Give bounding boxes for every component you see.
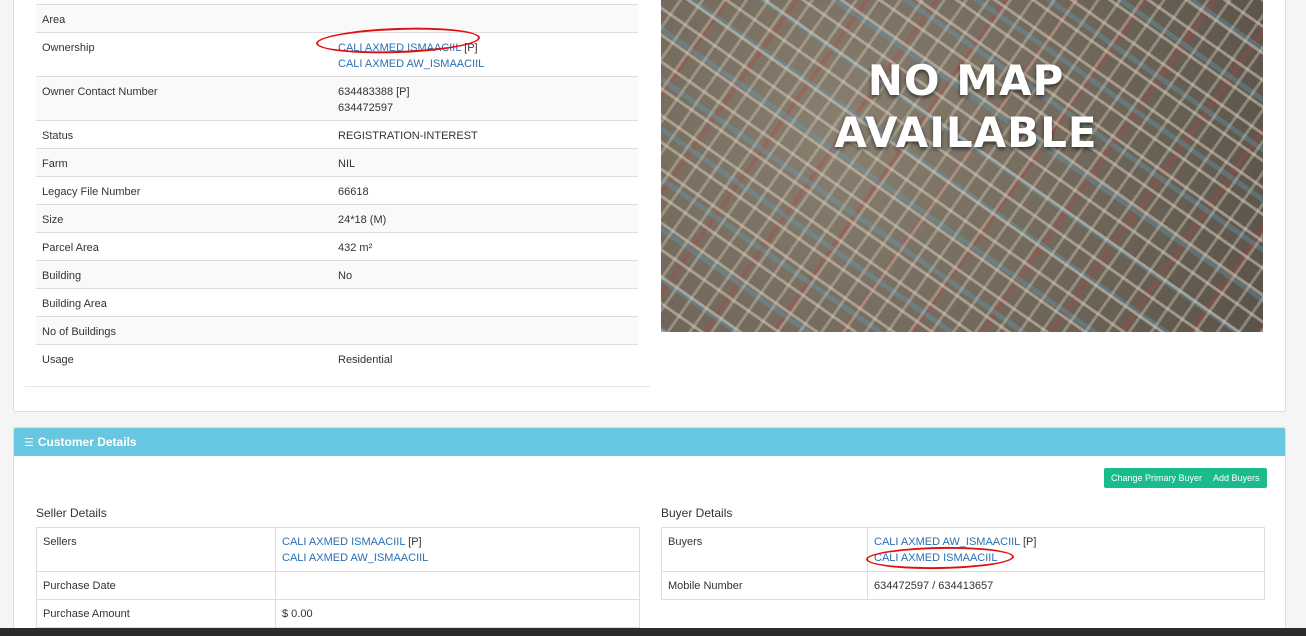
property-label: Ownership bbox=[42, 42, 95, 54]
buyers-cell: CALI AXMED AW_ISMAACIIL [P] CALI AXMED I… bbox=[867, 527, 1265, 572]
value-text: 634483388 [P] bbox=[338, 86, 410, 98]
property-row: Farm NIL bbox=[36, 148, 638, 177]
property-label: Parcel Area bbox=[42, 242, 99, 254]
divider bbox=[25, 386, 650, 387]
property-value bbox=[332, 289, 638, 317]
property-value-line: REGISTRATION-INTEREST bbox=[338, 128, 632, 144]
property-row: Parcel Area 432 m² bbox=[36, 232, 638, 261]
owner-link[interactable]: CALI AXMED AW_ISMAACIIL bbox=[338, 58, 484, 70]
property-row: Status REGISTRATION-INTEREST bbox=[36, 120, 638, 149]
sellers-cell: CALI AXMED ISMAACIIL [P] CALI AXMED AW_I… bbox=[275, 527, 640, 572]
seller-link[interactable]: CALI AXMED ISMAACIIL bbox=[282, 536, 405, 548]
value-text: NIL bbox=[338, 158, 356, 170]
property-value: CALI AXMED ISMAACIIL [P] CALI AXMED AW_IS… bbox=[332, 33, 638, 77]
seller-line: CALI AXMED AW_ISMAACIIL bbox=[282, 550, 633, 566]
seller-details-title: Seller Details bbox=[36, 506, 107, 520]
property-row: Building Area bbox=[36, 288, 638, 317]
value-text: No bbox=[338, 270, 353, 282]
property-row: Ownership CALI AXMED ISMAACIIL [P] CALI AX… bbox=[36, 32, 638, 77]
property-details-table: Area Ownership CALI AXMED ISMAACIIL [P] CAL… bbox=[36, 4, 638, 373]
buyers-label: Buyers bbox=[661, 527, 868, 572]
property-row: Size 24*18 (M) bbox=[36, 204, 638, 233]
list-icon: ☰ bbox=[24, 437, 34, 449]
value-text: 432 m² bbox=[338, 242, 373, 254]
property-label: Status bbox=[42, 130, 74, 142]
property-label: Owner Contact Number bbox=[42, 86, 158, 98]
property-value-line: NIL bbox=[338, 156, 632, 172]
property-value-line: 432 m² bbox=[338, 240, 632, 256]
property-label: Usage bbox=[42, 354, 74, 366]
sellers-label: Sellers bbox=[36, 527, 276, 572]
property-row: Legacy File Number 66618 bbox=[36, 176, 638, 205]
primary-marker: [P] bbox=[461, 42, 478, 54]
value-text: 66618 bbox=[338, 186, 369, 198]
property-label: Legacy File Number bbox=[42, 186, 141, 198]
seller-table: Sellers CALI AXMED ISMAACIIL [P] CALI AX… bbox=[36, 527, 640, 628]
property-label: Farm bbox=[42, 158, 68, 170]
map-placeholder: NO MAP AVAILABLE bbox=[661, 0, 1263, 332]
property-value: 66618 bbox=[332, 177, 638, 205]
value-text: REGISTRATION-INTEREST bbox=[338, 130, 478, 142]
purchase-date-label: Purchase Date bbox=[36, 571, 276, 600]
property-label: Size bbox=[42, 214, 64, 226]
property-value bbox=[332, 5, 638, 33]
no-map-text: NO MAP AVAILABLE bbox=[834, 56, 1098, 157]
property-value: Residential bbox=[332, 345, 638, 373]
property-row: Building No bbox=[36, 260, 638, 289]
change-primary-buyer-button[interactable]: Change Primary Buyer bbox=[1104, 468, 1210, 488]
property-row: Area bbox=[36, 4, 638, 33]
property-value-line: Residential bbox=[338, 352, 632, 368]
owner-link[interactable]: CALI AXMED ISMAACIIL bbox=[338, 42, 461, 54]
property-label: Area bbox=[42, 14, 66, 26]
seller-line: CALI AXMED ISMAACIIL [P] bbox=[282, 536, 422, 548]
buyer-line: CALI AXMED AW_ISMAACIIL [P] bbox=[874, 536, 1037, 548]
value-text: 634472597 bbox=[338, 102, 394, 114]
property-value: No bbox=[332, 261, 638, 289]
mobile-number-label: Mobile Number bbox=[661, 571, 868, 600]
property-value: NIL bbox=[332, 149, 638, 177]
property-label: Building Area bbox=[42, 298, 107, 310]
property-value bbox=[332, 317, 638, 345]
mobile-number-value: 634472597 / 634413657 bbox=[867, 571, 1265, 600]
property-value-line: CALI AXMED ISMAACIIL [P] bbox=[338, 40, 632, 56]
buyer-link[interactable]: CALI AXMED AW_ISMAACIIL bbox=[874, 536, 1020, 548]
property-label: No of Buildings bbox=[42, 326, 116, 338]
property-value-line: 24*18 (M) bbox=[338, 212, 632, 228]
property-value-line: CALI AXMED AW_ISMAACIIL bbox=[338, 56, 632, 72]
property-row: Owner Contact Number 634483388 [P] 6344725… bbox=[36, 76, 638, 121]
value-text: 24*18 (M) bbox=[338, 214, 387, 226]
property-label: Building bbox=[42, 270, 82, 282]
purchase-amount-label: Purchase Amount bbox=[36, 599, 276, 628]
property-value-line: No bbox=[338, 268, 632, 284]
property-value: 432 m² bbox=[332, 233, 638, 261]
value-text: Residential bbox=[338, 354, 393, 366]
buyer-link[interactable]: CALI AXMED ISMAACIIL bbox=[874, 552, 997, 564]
buyer-line: CALI AXMED ISMAACIIL bbox=[874, 550, 1258, 566]
taskbar bbox=[0, 628, 1306, 636]
buyer-table: Buyers CALI AXMED AW_ISMAACIIL [P] CALI … bbox=[661, 527, 1265, 600]
property-row: No of Buildings bbox=[36, 316, 638, 345]
property-value: REGISTRATION-INTEREST bbox=[332, 121, 638, 149]
add-buyers-button[interactable]: Add Buyers bbox=[1206, 468, 1267, 488]
property-value-line: 634483388 [P] bbox=[338, 84, 632, 100]
property-value-line: 66618 bbox=[338, 184, 632, 200]
property-value-line: 634472597 bbox=[338, 100, 632, 116]
buyer-details-title: Buyer Details bbox=[661, 506, 733, 520]
property-value: 634483388 [P] 634472597 bbox=[332, 77, 638, 121]
customer-details-title: Customer Details bbox=[37, 435, 137, 449]
purchase-amount-value: $ 0.00 bbox=[275, 599, 640, 628]
property-row: Usage Residential bbox=[36, 344, 638, 373]
customer-details-panel: ☰ Customer Details Change Primary Buyer A… bbox=[13, 427, 1286, 636]
seller-link[interactable]: CALI AXMED AW_ISMAACIIL bbox=[282, 552, 428, 564]
purchase-date-value bbox=[275, 571, 640, 600]
property-value: 24*18 (M) bbox=[332, 205, 638, 233]
customer-details-header: ☰ Customer Details bbox=[14, 428, 1285, 456]
